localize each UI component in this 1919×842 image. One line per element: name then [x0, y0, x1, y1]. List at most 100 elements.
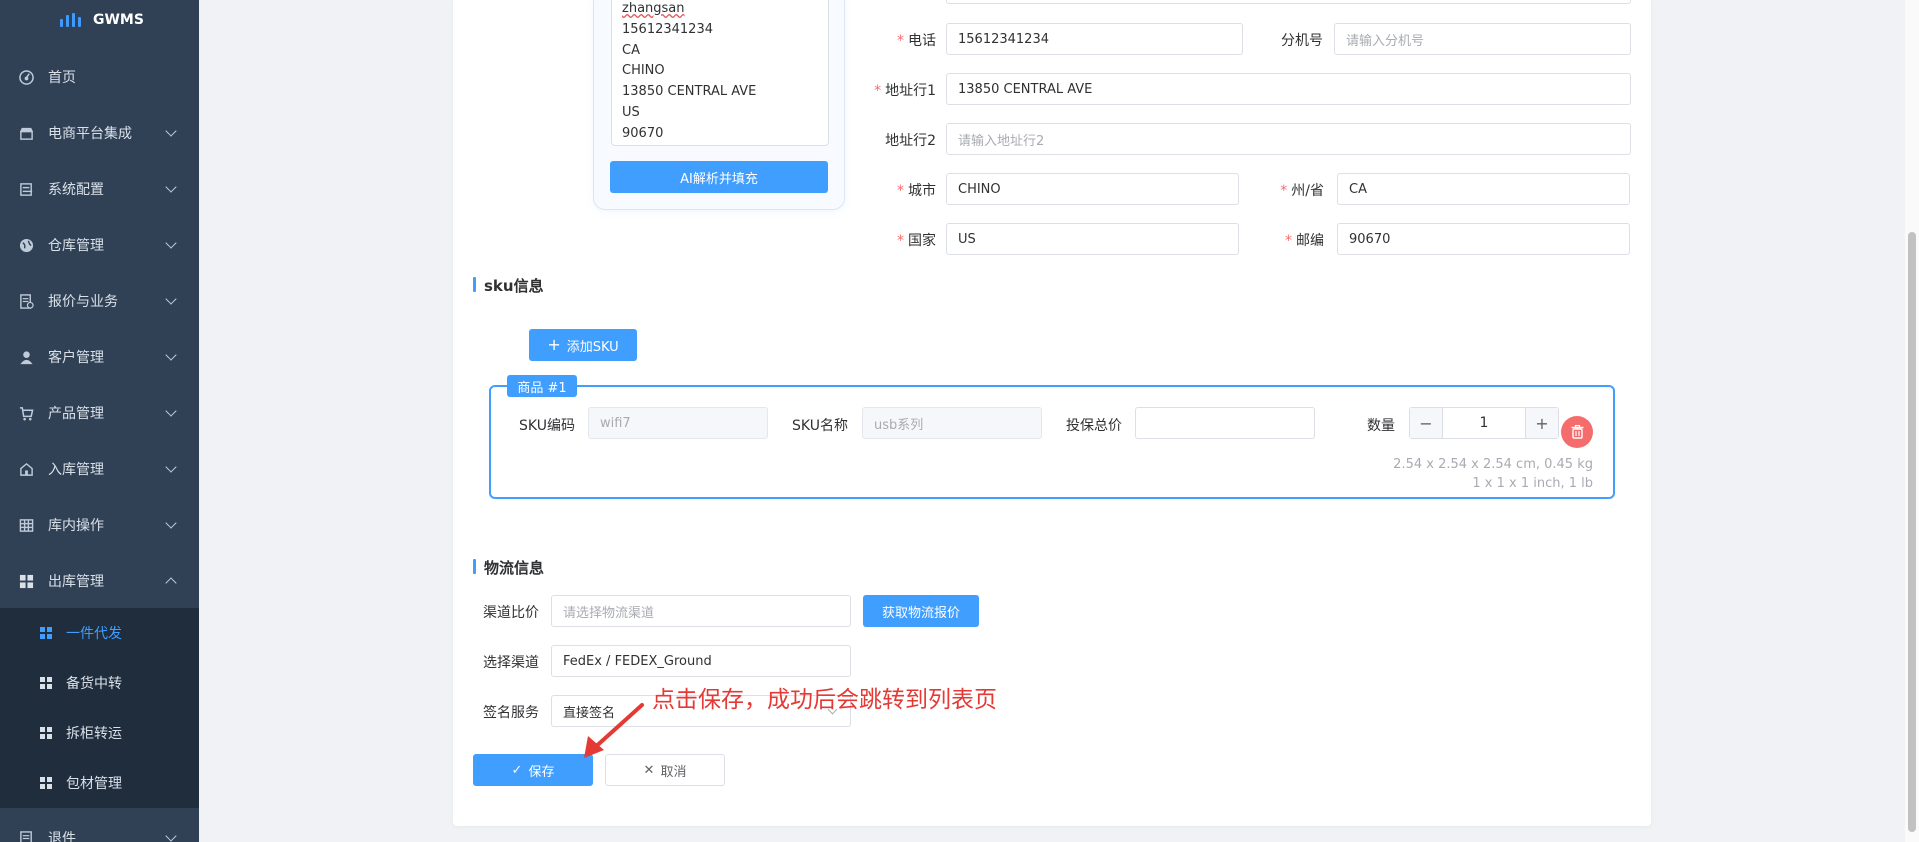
ext-input[interactable]: 请输入分机号 [1334, 23, 1631, 55]
addr2-input[interactable]: 请输入地址行2 [946, 123, 1631, 155]
house-icon [18, 461, 34, 477]
logistics-section-title: 物流信息 [473, 557, 544, 578]
select-channel-input[interactable]: FedEx / FEDEX_Ground [551, 645, 851, 677]
grid-icon [40, 627, 52, 639]
sidebar-item-label: 客户管理 [48, 350, 104, 366]
scrollbar-thumb[interactable] [1908, 232, 1916, 832]
chevron-down-icon [165, 461, 177, 473]
sidebar-item-customers[interactable]: 客户管理 [0, 329, 199, 385]
sidebar-item-in-warehouse[interactable]: 库内操作 [0, 497, 199, 553]
dims-metric: 2.54 x 2.54 x 2.54 cm, 0.45 kg [1393, 457, 1593, 472]
annotation-arrow-icon [584, 703, 644, 758]
sidebar-item-outbound[interactable]: 出库管理 [0, 553, 199, 609]
zip-label: * 邮编 [1285, 233, 1324, 249]
get-quote-button[interactable]: 获取物流报价 [863, 595, 979, 627]
logo-text: GWMS [93, 12, 144, 28]
country-input[interactable]: US [946, 223, 1239, 255]
receipt-icon [18, 293, 34, 309]
sku-code-input[interactable]: wifi7 [588, 407, 768, 439]
plus-icon[interactable]: + [1526, 408, 1558, 438]
insured-value-label: 投保总价 [1066, 418, 1122, 434]
sidebar-subitem-label: 一件代发 [66, 626, 122, 642]
trash-icon [1571, 425, 1583, 439]
sidebar-item-home[interactable]: 首页 [0, 49, 199, 105]
ai-parse-button[interactable]: AI解析并填充 [610, 161, 828, 193]
server-icon [18, 181, 34, 197]
chevron-up-icon [165, 577, 177, 589]
ai-text-line: CA [622, 42, 640, 58]
sidebar-item-label: 电商平台集成 [48, 126, 132, 142]
zip-input[interactable]: 90670 [1337, 223, 1630, 255]
ai-text-line: 90670 [622, 125, 664, 141]
insured-value-input[interactable] [1135, 407, 1315, 439]
sidebar-item-system-config[interactable]: 系统配置 [0, 161, 199, 217]
sidebar-item-warehouse[interactable]: 仓库管理 [0, 217, 199, 273]
quantity-value[interactable]: 1 [1442, 408, 1526, 438]
sidebar-item-ecommerce[interactable]: 电商平台集成 [0, 105, 199, 161]
state-input[interactable]: CA [1337, 173, 1630, 205]
chevron-down-icon [165, 405, 177, 417]
ai-text-line: US [622, 104, 640, 120]
recipient-name-input[interactable] [946, 0, 1631, 4]
sku-code-label: SKU编码 [519, 418, 575, 434]
sidebar-item-returns[interactable]: 退件 [0, 810, 199, 842]
sku-name-label: SKU名称 [792, 418, 848, 434]
sku-item-card [489, 385, 1615, 499]
chevron-down-icon [165, 293, 177, 305]
channel-compare-select[interactable]: 请选择物流渠道 [551, 595, 851, 627]
sidebar-item-label: 仓库管理 [48, 238, 104, 254]
cart-icon [18, 405, 34, 421]
country-label: * 国家 [897, 233, 936, 249]
ai-text-line: 13850 CENTRAL AVE [622, 84, 757, 100]
quantity-label: 数量 [1367, 418, 1395, 434]
city-input[interactable]: CHINO [946, 173, 1239, 205]
select-channel-label: 选择渠道 [483, 655, 539, 671]
sidebar-item-inbound[interactable]: 入库管理 [0, 441, 199, 497]
sidebar-subitem-devanning[interactable]: 拆柜转运 [0, 708, 199, 758]
sidebar-subitem-label: 备货中转 [66, 676, 122, 692]
scrollbar[interactable] [1905, 0, 1919, 842]
sidebar-item-label: 出库管理 [48, 574, 104, 590]
sidebar-item-quote-business[interactable]: 报价与业务 [0, 273, 199, 329]
state-label: * 州/省 [1280, 183, 1324, 199]
check-icon: ✓ [511, 762, 523, 778]
sku-name-input[interactable]: usb系列 [862, 407, 1042, 439]
sidebar-subitem-label: 拆柜转运 [66, 726, 122, 742]
annotation-text: 点击保存，成功后会跳转到列表页 [652, 687, 997, 713]
chevron-down-icon [165, 830, 177, 842]
quantity-stepper: − 1 + [1409, 407, 1559, 439]
plus-icon: + [547, 335, 561, 354]
city-label: * 城市 [897, 183, 936, 199]
sidebar-item-products[interactable]: 产品管理 [0, 385, 199, 441]
sidebar-subitem-packaging[interactable]: 包材管理 [0, 758, 199, 808]
outbound-submenu: 一件代发 备货中转 拆柜转运 包材管理 [0, 608, 199, 808]
delete-sku-button[interactable] [1561, 416, 1593, 448]
grid-icon [40, 727, 52, 739]
sidebar: GWMS 首页 电商平台集成 系统配置 仓库管理 报价与业务 客户管理 产品管理… [0, 0, 199, 842]
save-button[interactable]: ✓ 保存 [473, 754, 593, 786]
sidebar-item-label: 退件 [48, 831, 76, 842]
add-sku-button[interactable]: + 添加SKU [529, 329, 637, 361]
store-icon [18, 125, 34, 141]
chevron-down-icon [165, 181, 177, 193]
sidebar-subitem-stock-transfer[interactable]: 备货中转 [0, 658, 199, 708]
close-icon: ✕ [643, 762, 655, 778]
ext-label: 分机号 [1281, 33, 1323, 49]
ai-parse-textarea[interactable]: zhangsan 15612341234 CA CHINO 13850 CENT… [611, 0, 829, 146]
product-tag: 商品 #1 [507, 375, 577, 397]
sidebar-item-label: 库内操作 [48, 518, 104, 534]
sidebar-item-label: 产品管理 [48, 406, 104, 422]
user-icon [18, 349, 34, 365]
minus-icon[interactable]: − [1410, 408, 1442, 438]
grid-icon [18, 573, 34, 589]
ai-text-line: zhangsan [622, 1, 685, 16]
phone-label: * 电话 [897, 33, 936, 49]
addr1-input[interactable]: 13850 CENTRAL AVE [946, 73, 1631, 105]
sidebar-subitem-dropshipping[interactable]: 一件代发 [0, 608, 199, 658]
sidebar-item-label: 系统配置 [48, 182, 104, 198]
app-logo: GWMS [60, 12, 144, 28]
dashboard-icon [18, 69, 34, 85]
return-doc-icon [18, 830, 34, 842]
phone-input[interactable]: 15612341234 [946, 23, 1243, 55]
ai-text-line: 15612341234 [622, 21, 713, 37]
